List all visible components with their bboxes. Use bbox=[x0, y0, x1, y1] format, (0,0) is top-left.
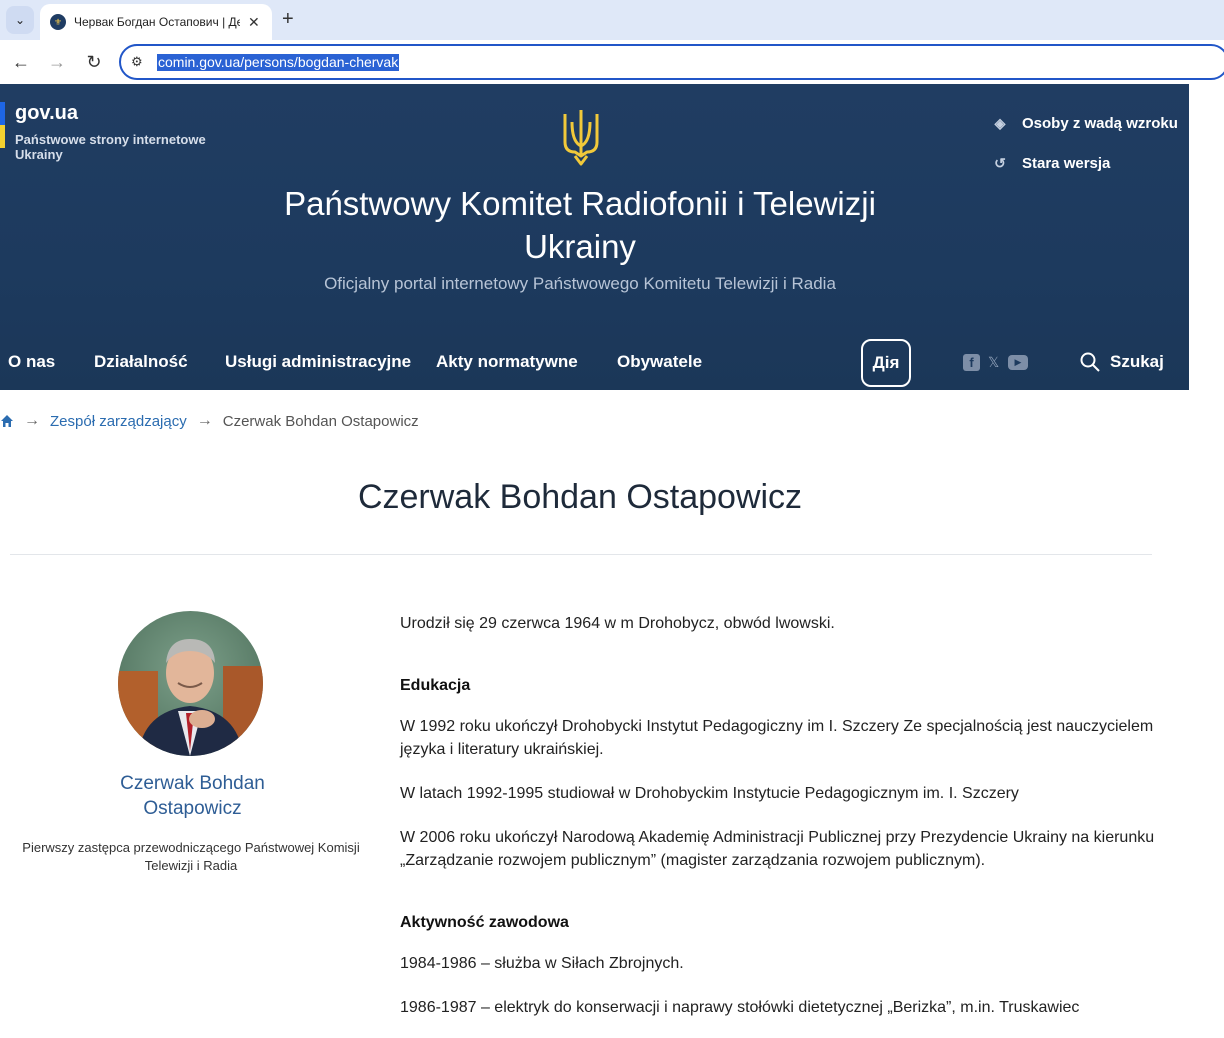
tab-title: Червак Богдан Остапович | Де bbox=[74, 15, 240, 29]
nav-item-admin-services[interactable]: Usługi administracyjne bbox=[225, 352, 411, 372]
browser-tab[interactable]: ⚜ Червак Богдан Остапович | Де ✕ bbox=[40, 4, 272, 40]
biography: Urodził się 29 czerwca 1964 w m Drohobyc… bbox=[400, 612, 1160, 1019]
url-text[interactable]: comin.gov.ua/persons/bogdan-chervak bbox=[157, 54, 400, 71]
x-twitter-icon[interactable]: 𝕏 bbox=[988, 354, 999, 371]
facebook-icon[interactable]: f bbox=[963, 354, 980, 371]
dia-button[interactable]: Дія bbox=[861, 339, 911, 387]
nav-item-activity[interactable]: Działalność bbox=[94, 352, 188, 372]
site-info-icon[interactable]: ⚙ bbox=[131, 54, 143, 70]
tab-search-button[interactable]: ⌄ bbox=[6, 6, 34, 34]
back-arrow-icon[interactable]: ← bbox=[9, 50, 33, 74]
education-heading: Edukacja bbox=[400, 677, 471, 694]
main-navigation: O nas Działalność Usługi administracyjne… bbox=[0, 339, 1189, 387]
youtube-icon[interactable]: ▶ bbox=[1008, 355, 1028, 370]
browser-tab-bar: ⌄ ⚜ Червак Богдан Остапович | Де ✕ + bbox=[0, 0, 1224, 40]
nav-item-about[interactable]: O nas bbox=[8, 352, 55, 372]
education-item: W 1992 roku ukończył Drohobycki Instytut… bbox=[400, 718, 1154, 758]
breadcrumb-link-management[interactable]: Zespół zarządzający bbox=[50, 413, 187, 430]
page-title: Czerwak Bohdan Ostapowicz bbox=[357, 478, 803, 516]
arrow-right-icon: → bbox=[196, 412, 213, 429]
gov-ua-logo[interactable]: gov.ua bbox=[15, 102, 78, 125]
bio-born: Urodził się 29 czerwca 1964 w m Drohobyc… bbox=[400, 615, 835, 632]
education-item: W latach 1992-1995 studiował w Drohobyck… bbox=[400, 785, 1019, 802]
career-heading: Aktywność zawodowa bbox=[400, 914, 569, 931]
old-version-label: Stara wersja bbox=[1022, 154, 1111, 172]
breadcrumb: → Zespół zarządzający → Czerwak Bohdan O… bbox=[0, 410, 419, 432]
career-item: 1984-1986 – służba w Siłach Zbrojnych. bbox=[400, 955, 684, 972]
address-bar[interactable]: ⚙ comin.gov.ua/persons/bogdan-chervak bbox=[119, 44, 1224, 80]
breadcrumb-current: Czerwak Bohdan Ostapowicz bbox=[222, 412, 419, 430]
person-name[interactable]: Czerwak Bohdan Ostapowicz bbox=[80, 771, 305, 821]
low-vision-link[interactable]: ◈ Osoby z wadą wzroku bbox=[990, 113, 1178, 133]
nav-item-legal-acts[interactable]: Akty normatywne bbox=[436, 352, 578, 372]
site-subtitle: Oficjalny portal internetowy Państwowego… bbox=[324, 274, 836, 293]
forward-arrow-icon[interactable]: → bbox=[45, 50, 69, 74]
flag-strip bbox=[0, 102, 5, 148]
old-version-link[interactable]: ↺ Stara wersja bbox=[990, 153, 1110, 173]
history-icon: ↺ bbox=[994, 154, 1006, 171]
divider bbox=[10, 554, 1152, 555]
gov-ua-subtitle: Państwowe strony internetowe Ukrainy bbox=[15, 132, 206, 162]
site-header: gov.ua Państwowe strony internetowe Ukra… bbox=[0, 84, 1189, 390]
home-icon[interactable] bbox=[0, 414, 14, 428]
close-icon[interactable]: ✕ bbox=[248, 14, 260, 31]
nav-item-citizens[interactable]: Obywatele bbox=[617, 352, 702, 372]
new-tab-icon[interactable]: + bbox=[282, 8, 294, 30]
avatar bbox=[118, 611, 263, 756]
arrow-right-icon: → bbox=[24, 412, 40, 429]
site-title[interactable]: Państwowy Komitet Radiofonii i Telewizji… bbox=[280, 182, 880, 268]
person-position: Pierwszy zastępca przewodniczącego Państ… bbox=[22, 840, 360, 873]
trident-icon bbox=[563, 110, 599, 166]
eye-crossed-icon: ◈ bbox=[994, 114, 1006, 131]
career-item: 1986-1987 – elektryk do konserwacji i na… bbox=[400, 999, 1080, 1016]
education-item: W 2006 roku ukończył Narodową Akademię A… bbox=[400, 829, 1155, 869]
reload-icon[interactable]: ↻ bbox=[82, 50, 106, 74]
browser-toolbar: ← → ↻ ⚙ comin.gov.ua/persons/bogdan-cher… bbox=[0, 40, 1224, 84]
search-icon[interactable] bbox=[1080, 352, 1100, 372]
favicon-icon: ⚜ bbox=[50, 14, 66, 30]
low-vision-label: Osoby z wadą wzroku bbox=[1022, 114, 1178, 132]
search-label[interactable]: Szukaj bbox=[1110, 352, 1164, 372]
